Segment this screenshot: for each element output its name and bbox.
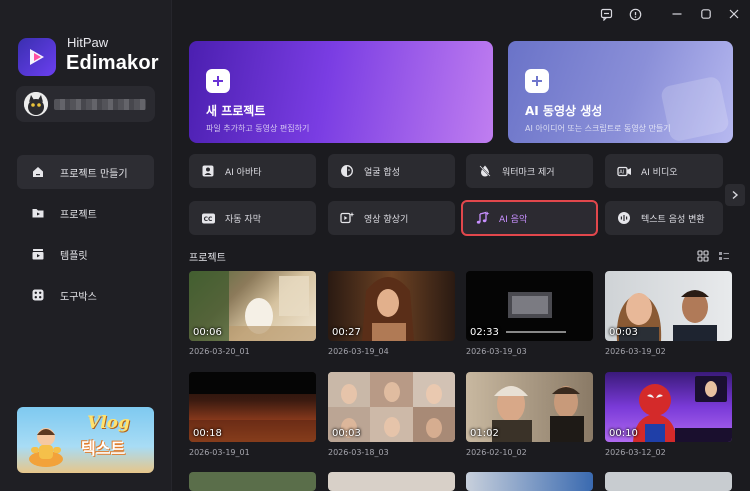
ai-video-generate-subtitle: AI 아이디어 또는 스크립트로 동영상 만들기 xyxy=(525,124,671,133)
home-icon xyxy=(30,164,46,180)
duration-label: 02:33 xyxy=(470,327,499,338)
new-project-subtitle: 파일 추가하고 동영상 편집하기 xyxy=(206,124,310,133)
project-name: 2026-03-12_02 xyxy=(605,448,666,457)
subtitle-icon: CC xyxy=(200,210,216,226)
project-name: 2026-03-19_03 xyxy=(466,347,527,356)
chevron-right-icon xyxy=(732,190,739,200)
sidebar-item-label: 도구박스 xyxy=(60,291,97,303)
template-icon xyxy=(30,246,46,262)
tool-video-enhancer[interactable]: 영상 향상기 xyxy=(328,201,455,235)
duration-label: 00:27 xyxy=(332,327,361,338)
feedback-icon[interactable] xyxy=(598,6,614,22)
close-icon[interactable] xyxy=(726,6,742,22)
toolbox-icon xyxy=(30,287,46,303)
list-view-icon[interactable] xyxy=(717,249,731,263)
duration-label: 00:10 xyxy=(609,428,638,439)
tool-ai-music[interactable]: AI 음악 xyxy=(461,200,598,236)
tool-label: AI 아바타 xyxy=(225,167,262,178)
new-project-card[interactable]: 새 프로젝트 파일 추가하고 동영상 편집하기 xyxy=(189,41,493,143)
face-swap-icon xyxy=(339,163,355,179)
duration-label: 00:06 xyxy=(193,327,222,338)
project-thumbnail[interactable] xyxy=(189,472,316,491)
tool-ai-video[interactable]: AI AI 비디오 xyxy=(605,154,723,188)
duration-label: 01:02 xyxy=(470,428,499,439)
tool-label: 텍스트 음성 변환 xyxy=(641,214,705,225)
new-project-title: 새 프로젝트 xyxy=(206,104,266,118)
avatar xyxy=(24,92,48,116)
sidebar-item-label: 프로젝트 만들기 xyxy=(60,168,128,180)
tool-label: 얼굴 합성 xyxy=(364,167,400,178)
project-name: 2026-03-20_01 xyxy=(189,347,250,356)
project-thumbnail[interactable]: 00:03 xyxy=(605,271,732,341)
brand-line1: HitPaw xyxy=(67,35,109,50)
sidebar-item-templates[interactable]: 템플릿 xyxy=(17,237,154,271)
sidebar-item-create-project[interactable]: 프로젝트 만들기 xyxy=(17,155,154,189)
music-icon xyxy=(474,210,490,226)
ai-video-generate-title: AI 동영상 생성 xyxy=(525,104,603,118)
folder-icon xyxy=(30,205,46,221)
avatar-icon xyxy=(200,163,216,179)
project-name: 2026-03-19_02 xyxy=(605,347,666,356)
project-name: 2026-03-19_01 xyxy=(189,448,250,457)
scroll-right-button[interactable] xyxy=(725,184,745,206)
tool-face-swap[interactable]: 얼굴 합성 xyxy=(328,154,455,188)
project-name: 2026-03-19_04 xyxy=(328,347,389,356)
ai-video-icon: AI xyxy=(616,163,632,179)
tool-label: AI 음악 xyxy=(499,214,528,225)
tool-label: 워터마크 제거 xyxy=(502,167,555,178)
brand-line2: Edimakor xyxy=(66,52,159,74)
promo-text: 텍스트 xyxy=(81,439,126,458)
project-thumbnail[interactable]: 00:03 xyxy=(328,372,455,442)
video-enhance-icon xyxy=(339,210,355,226)
sidebar-item-projects[interactable]: 프로젝트 xyxy=(17,196,154,230)
project-thumbnail[interactable]: 00:27 xyxy=(328,271,455,341)
grid-view-icon[interactable] xyxy=(696,249,710,263)
project-thumbnail[interactable]: 00:10 xyxy=(605,372,732,442)
tool-label: AI 비디오 xyxy=(641,167,678,178)
maximize-icon[interactable] xyxy=(698,6,714,22)
ai-video-generate-card[interactable]: AI 동영상 생성 AI 아이디어 또는 스크립트로 동영상 만들기 xyxy=(508,41,733,143)
watermark-remove-icon xyxy=(477,163,493,179)
info-icon[interactable] xyxy=(627,6,643,22)
sidebar-item-label: 템플릿 xyxy=(60,250,88,262)
promo-vlog-title: Vlog xyxy=(87,413,130,433)
project-thumbnail[interactable] xyxy=(466,472,593,491)
tool-watermark-remove[interactable]: 워터마크 제거 xyxy=(466,154,593,188)
project-thumbnail[interactable]: 00:06 xyxy=(189,271,316,341)
project-thumbnail[interactable] xyxy=(605,472,732,491)
sidebar-item-toolbox[interactable]: 도구박스 xyxy=(17,278,154,312)
sidebar-item-label: 프로젝트 xyxy=(60,209,97,221)
app-logo-icon xyxy=(18,38,56,76)
tool-ai-avatar[interactable]: AI 아바타 xyxy=(189,154,316,188)
project-thumbnail[interactable]: 02:33 xyxy=(466,271,593,341)
kid-illustration-icon xyxy=(29,428,63,467)
tool-label: 자동 자막 xyxy=(225,214,261,225)
svg-text:AI: AI xyxy=(619,170,624,176)
tool-text-to-speech[interactable]: 텍스트 음성 변환 xyxy=(605,201,723,235)
account-button[interactable] xyxy=(16,86,155,122)
project-thumbnail[interactable]: 01:02 xyxy=(466,372,593,442)
duration-label: 00:18 xyxy=(193,428,222,439)
sidebar: HitPaw Edimakor 프로젝트 만들기 프로젝트 템플릿 도구박스 V… xyxy=(0,0,172,491)
project-thumbnail[interactable] xyxy=(328,472,455,491)
plus-icon xyxy=(525,69,549,93)
minimize-icon[interactable] xyxy=(669,6,685,22)
username-blurred xyxy=(54,99,146,110)
promo-banner[interactable]: Vlog 텍스트 xyxy=(17,407,154,473)
projects-section-title: 프로젝트 xyxy=(189,253,226,264)
project-thumbnail[interactable]: 00:18 xyxy=(189,372,316,442)
project-name: 2026-03-18_03 xyxy=(328,448,389,457)
svg-text:CC: CC xyxy=(203,216,212,223)
tts-icon xyxy=(616,210,632,226)
duration-label: 00:03 xyxy=(609,327,638,338)
tool-label: 영상 향상기 xyxy=(364,214,409,225)
project-name: 2026-02-10_02 xyxy=(466,448,527,457)
tool-auto-subtitle[interactable]: CC 자동 자막 xyxy=(189,201,316,235)
plus-icon xyxy=(206,69,230,93)
duration-label: 00:03 xyxy=(332,428,361,439)
